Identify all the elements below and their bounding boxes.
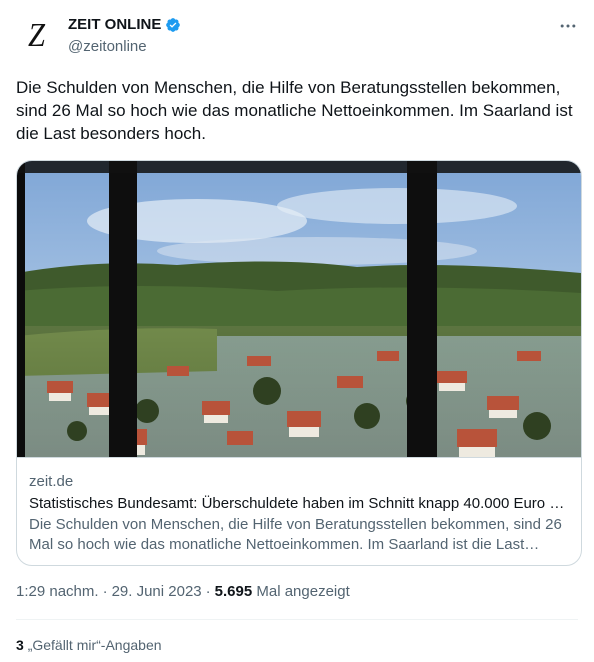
tweet-time[interactable]: 1:29 nachm. [16,583,99,600]
divider [16,619,578,620]
likes-count: 3 [16,637,24,653]
more-options-button[interactable] [554,14,582,38]
likes-label: „Gefällt mir“-Angaben [27,637,162,653]
more-dots-icon [560,24,576,28]
tweet-meta: 1:29 nachm. · 29. Juni 2023 · 5.695 Mal … [16,583,350,600]
card-description: Die Schulden von Menschen, die Hilfe von… [29,516,562,553]
meta-separator: · [205,583,211,600]
display-name[interactable]: ZEIT ONLINE [68,16,161,33]
views-label: Mal angezeigt [256,583,350,600]
views-info[interactable]: 5.695 Mal angezeigt [215,583,350,600]
card-title: Statistisches Bundesamt: Überschuldete h… [29,495,569,512]
views-count: 5.695 [214,583,253,600]
card-domain: zeit.de [29,473,74,490]
meta-separator: · [102,583,108,600]
link-card[interactable]: zeit.de Statistisches Bundesamt: Übersch… [16,160,582,566]
verified-badge-icon [166,17,181,32]
tweet-text: Die Schulden von Menschen, die Hilfe von… [16,78,573,143]
avatar-logo: Z [27,17,45,54]
card-image [17,161,581,457]
tweet-date[interactable]: 29. Juni 2023 [112,583,202,600]
likes-link[interactable]: 3 „Gefällt mir“-Angaben [16,637,162,653]
avatar[interactable]: Z [16,16,56,56]
card-divider [17,457,581,458]
author-name-row: ZEIT ONLINE [68,16,181,33]
author-handle[interactable]: @zeitonline [68,38,147,55]
